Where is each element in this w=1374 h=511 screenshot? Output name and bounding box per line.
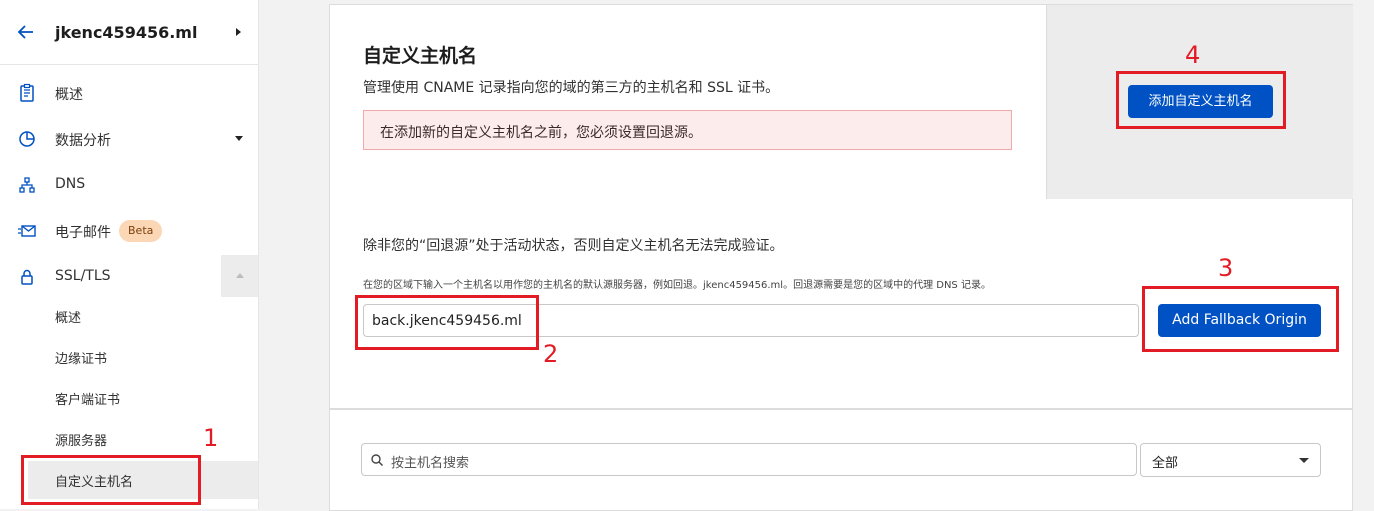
sidebar-item-label: 电子邮件 (55, 225, 111, 241)
search-icon (371, 454, 384, 467)
sidebar-item-label: DNS (55, 176, 86, 192)
sidebar: jkenc459456.ml 概述 数据分析 DNS 电子邮件 Beta SSL… (0, 0, 259, 509)
document-icon (20, 83, 34, 102)
zone-switch-caret-icon[interactable] (236, 28, 241, 36)
chevron-down-icon (1299, 458, 1309, 463)
annotation-box-3 (1142, 286, 1339, 352)
annotation-number-2: 2 (543, 340, 559, 368)
annotation-number-3: 3 (1218, 254, 1234, 282)
pie-chart-icon (19, 131, 35, 147)
warning-text: 在添加新的自定义主机名之前，您必须设置回退源。 (380, 125, 702, 141)
sidebar-item-label: 数据分析 (55, 133, 111, 149)
sidebar-item-overview[interactable]: 概述 (0, 73, 258, 113)
sidebar-subitem-origin-server[interactable]: 源服务器 (0, 420, 258, 458)
sidebar-subitem-edge-certificates[interactable]: 边缘证书 (0, 338, 258, 376)
page-title: 自定义主机名 (363, 45, 478, 67)
page-description: 管理使用 CNAME 记录指向您的域的第三方的主机名和 SSL 证书。 (363, 80, 780, 96)
zone-header: jkenc459456.ml (0, 0, 258, 65)
annotation-box-2 (355, 295, 539, 350)
zone-name[interactable]: jkenc459456.ml (55, 23, 197, 42)
sidebar-subitem-label: 边缘证书 (55, 352, 108, 367)
hostname-search-input[interactable]: 按主机名搜索 (361, 443, 1137, 476)
lock-icon (21, 269, 33, 285)
sidebar-subitem-label: 概述 (55, 311, 82, 326)
sidebar-subitem-label: 客户端证书 (55, 393, 121, 408)
sidebar-subitem-overview[interactable]: 概述 (0, 297, 258, 335)
sidebar-item-email[interactable]: 电子邮件 Beta (0, 211, 258, 251)
fallback-hint: 在您的区域下输入一个主机名以用作您的主机名的默认源服务器，例如回退。jkenc4… (363, 280, 991, 291)
sidebar-subitem-client-certificates[interactable]: 客户端证书 (0, 379, 258, 417)
collapse-toggle[interactable] (221, 255, 258, 297)
annotation-number-1: 1 (203, 424, 219, 452)
fallback-title: 除非您的“回退源”处于活动状态，否则自定义主机名无法完成验证。 (363, 238, 784, 254)
filter-value: 全部 (1152, 456, 1179, 471)
sidebar-item-dns[interactable]: DNS (0, 165, 258, 205)
annotation-box-1 (21, 455, 201, 505)
search-placeholder: 按主机名搜索 (391, 456, 470, 471)
back-arrow-icon[interactable] (16, 22, 36, 42)
sidebar-item-ssl-tls[interactable]: SSL/TLS (0, 255, 258, 297)
chevron-down-icon (235, 136, 243, 141)
warning-banner: 在添加新的自定义主机名之前，您必须设置回退源。 (363, 110, 1012, 150)
chevron-up-icon (236, 273, 244, 278)
envelope-icon (18, 225, 36, 237)
beta-badge: Beta (119, 220, 163, 242)
sidebar-item-label: SSL/TLS (55, 268, 111, 284)
hostname-list-card: 按主机名搜索 全部 (329, 409, 1353, 511)
status-filter-select[interactable]: 全部 (1140, 443, 1321, 477)
sidebar-item-analytics[interactable]: 数据分析 (0, 119, 258, 159)
sidebar-item-label: 概述 (55, 87, 83, 103)
sidebar-subitem-label: 源服务器 (55, 434, 108, 449)
annotation-box-4 (1116, 71, 1286, 129)
annotation-number-4: 4 (1185, 41, 1201, 69)
network-icon (19, 177, 35, 193)
